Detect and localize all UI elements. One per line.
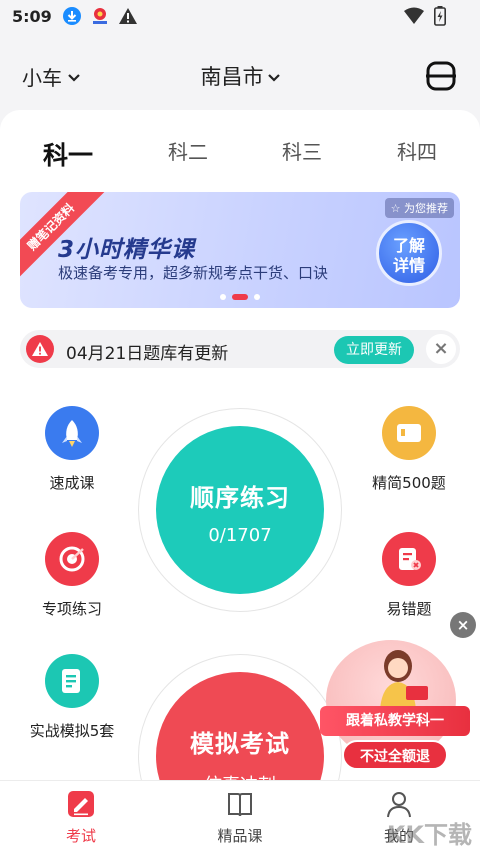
city-selector[interactable]: 南昌市 [0, 61, 480, 91]
app-notification-icon [90, 6, 110, 26]
banner-details-button[interactable]: 了解 详情 [376, 220, 442, 286]
pagination-dot [220, 294, 226, 300]
star-icon: ☆ [390, 202, 401, 215]
exam-title: 模拟考试 [190, 730, 290, 758]
feature-label: 实战模拟5套 [29, 722, 115, 740]
download-icon [62, 6, 82, 26]
top-bar: 小车 南昌市 [0, 48, 480, 104]
pagination-dot [254, 294, 260, 300]
recommend-badge-label: 为您推荐 [404, 202, 448, 215]
nav-label: 精品课 [217, 827, 263, 845]
rocket-icon [45, 406, 99, 460]
feature-500-questions[interactable]: 精简500题 [354, 406, 464, 493]
battery-icon [434, 6, 446, 30]
city-label: 南昌市 [200, 65, 264, 89]
practice-progress: 0/1707 [208, 525, 272, 546]
feature-label: 精简500题 [372, 474, 446, 492]
banner-pagination [20, 294, 460, 300]
recommend-badge: ☆ 为您推荐 [384, 198, 454, 218]
tutor-promo[interactable]: 跟着私教学科一 不过全额退 [318, 640, 480, 780]
alert-icon [26, 335, 54, 363]
banner-details-line2: 详情 [392, 256, 425, 275]
card-icon [382, 406, 436, 460]
wifi-icon [404, 7, 424, 29]
feature-label: 易错题 [386, 600, 432, 618]
pagination-dot-active [232, 294, 248, 300]
update-notice: 04月21日题库有更新 立即更新 × [20, 330, 460, 368]
nav-exam[interactable]: 考试 [36, 789, 126, 846]
tab-subject-4[interactable]: 科四 [377, 136, 457, 165]
book-icon [225, 789, 255, 819]
feature-label: 专项练习 [41, 600, 102, 618]
warning-icon [118, 6, 138, 26]
banner-subtitle: 极速备考专用，超多新规考点干货、口诀 [58, 264, 329, 282]
exam-nav-icon [66, 789, 96, 819]
target-icon [45, 532, 99, 586]
feature-quick-course[interactable]: 速成课 [17, 406, 127, 493]
subject-tabs: 科一 科二 科三 科四 [0, 136, 480, 204]
banner-details-line1: 了解 [392, 236, 425, 255]
promo-banner[interactable]: 赠笔记资料 ☆ 为您推荐 3小时精华课 极速备考专用，超多新规考点干货、口诀 了… [20, 192, 460, 308]
promo-guarantee: 不过全额退 [342, 740, 448, 770]
update-now-button[interactable]: 立即更新 [334, 336, 414, 364]
feature-topic-practice[interactable]: 专项练习 [17, 532, 127, 619]
tab-subject-1[interactable]: 科一 [28, 136, 108, 172]
feature-label: 速成课 [49, 474, 95, 492]
tutor-illustration-icon [380, 650, 428, 710]
watermark-logo: KK下载 [386, 821, 472, 849]
notice-text: 04月21日题库有更新 [66, 344, 229, 364]
status-time: 5:09 [12, 6, 52, 26]
document-icon [45, 654, 99, 708]
promo-close-icon[interactable]: × [450, 612, 476, 638]
bottom-navigation: 考试 精品课 我的 KK下载 [0, 780, 480, 854]
nav-label: 考试 [65, 827, 96, 845]
practice-title: 顺序练习 [190, 484, 290, 512]
banner-title: 3小时精华课 [58, 237, 196, 263]
feature-mock-exams[interactable]: 实战模拟5套 [17, 654, 127, 741]
feature-wrong-questions[interactable]: 易错题 [354, 532, 464, 619]
error-doc-icon [382, 532, 436, 586]
scan-icon[interactable] [426, 61, 456, 91]
tab-subject-3[interactable]: 科三 [262, 136, 342, 165]
nav-courses[interactable]: 精品课 [195, 789, 285, 846]
status-bar: 5:09 [0, 0, 480, 32]
close-icon[interactable]: × [426, 334, 456, 364]
chevron-down-icon [267, 64, 280, 88]
sequential-practice-button[interactable]: 顺序练习 0/1707 [156, 426, 324, 594]
promo-headline: 跟着私教学科一 [320, 706, 470, 736]
tab-subject-2[interactable]: 科二 [148, 136, 228, 165]
